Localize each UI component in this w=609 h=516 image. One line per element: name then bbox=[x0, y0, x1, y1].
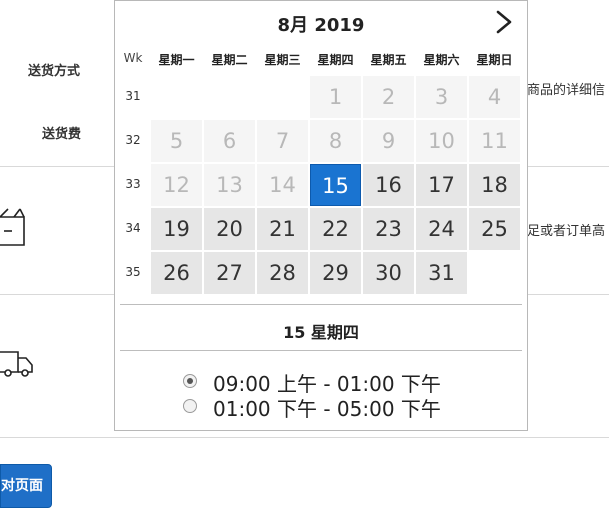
date-cell[interactable]: 17 bbox=[416, 164, 467, 206]
disabled-date-cell: 11 bbox=[469, 120, 520, 162]
selected-date-cell[interactable]: 15 bbox=[310, 164, 361, 206]
date-cell[interactable]: 21 bbox=[257, 208, 308, 250]
week-number: 34 bbox=[125, 221, 141, 235]
weekday-header: 星期一 bbox=[158, 53, 195, 67]
time-slot-label: 01:00 下午 - 05:00 下午 bbox=[213, 397, 441, 421]
disabled-date-cell: 12 bbox=[151, 164, 202, 206]
radio-button-checked[interactable] bbox=[183, 374, 197, 388]
weekday-header: 星期日 bbox=[476, 53, 513, 67]
package-icon bbox=[0, 208, 25, 246]
week-number: 35 bbox=[125, 265, 141, 279]
disabled-date-cell: 13 bbox=[204, 164, 255, 206]
week-number: 33 bbox=[125, 177, 141, 191]
disabled-date-cell: 5 bbox=[151, 120, 202, 162]
divider bbox=[0, 437, 609, 438]
order-note-text: 足或者订单高 bbox=[527, 224, 606, 239]
date-cell[interactable]: 18 bbox=[469, 164, 520, 206]
date-cell[interactable]: 28 bbox=[257, 252, 308, 294]
disabled-date-cell: 4 bbox=[469, 76, 520, 118]
weekday-header: 星期二 bbox=[211, 53, 248, 67]
truck-icon bbox=[0, 351, 33, 377]
page-button-label: 对页面 bbox=[1, 478, 43, 494]
weekday-header: 星期三 bbox=[264, 53, 301, 67]
date-picker-popup: 8月 2019 Wk 15 星期四 09:00 上午 - 01:00 下午 01… bbox=[114, 0, 528, 431]
disabled-date-cell: 7 bbox=[257, 120, 308, 162]
date-cell[interactable]: 24 bbox=[416, 208, 467, 250]
date-cell[interactable]: 30 bbox=[363, 252, 414, 294]
date-cell[interactable]: 23 bbox=[363, 208, 414, 250]
divider bbox=[120, 350, 522, 351]
disabled-date-cell: 8 bbox=[310, 120, 361, 162]
week-number: 32 bbox=[125, 133, 141, 147]
weekday-header: 星期六 bbox=[423, 53, 460, 67]
date-cell[interactable]: 27 bbox=[204, 252, 255, 294]
product-detail-text: 商品的详细信 bbox=[527, 83, 606, 98]
selected-date-label: 15 星期四 bbox=[283, 323, 359, 342]
disabled-date-cell: 2 bbox=[363, 76, 414, 118]
date-cell[interactable]: 26 bbox=[151, 252, 202, 294]
disabled-date-cell: 9 bbox=[363, 120, 414, 162]
week-number: 31 bbox=[125, 89, 141, 103]
page-button[interactable]: 对页面 bbox=[0, 464, 52, 508]
disabled-date-cell: 6 bbox=[204, 120, 255, 162]
disabled-date-cell: 1 bbox=[310, 76, 361, 118]
disabled-date-cell: 14 bbox=[257, 164, 308, 206]
month-title: 8月 2019 bbox=[277, 15, 365, 36]
weekday-header: 星期四 bbox=[317, 53, 354, 67]
date-cell[interactable]: 22 bbox=[310, 208, 361, 250]
date-cell[interactable]: 19 bbox=[151, 208, 202, 250]
date-cell[interactable]: 29 bbox=[310, 252, 361, 294]
next-month-icon[interactable] bbox=[493, 9, 515, 35]
date-cell[interactable]: 20 bbox=[204, 208, 255, 250]
week-number-header: Wk bbox=[123, 51, 143, 65]
disabled-date-cell: 10 bbox=[416, 120, 467, 162]
date-cell[interactable]: 16 bbox=[363, 164, 414, 206]
date-cell[interactable]: 25 bbox=[469, 208, 520, 250]
radio-button[interactable] bbox=[183, 399, 197, 413]
date-cell[interactable]: 31 bbox=[416, 252, 467, 294]
weekday-header: 星期五 bbox=[370, 53, 407, 67]
divider bbox=[120, 304, 522, 305]
delivery-fee-label: 送货费 bbox=[42, 127, 82, 142]
disabled-date-cell: 3 bbox=[416, 76, 467, 118]
delivery-method-label: 送货方式 bbox=[28, 64, 81, 79]
